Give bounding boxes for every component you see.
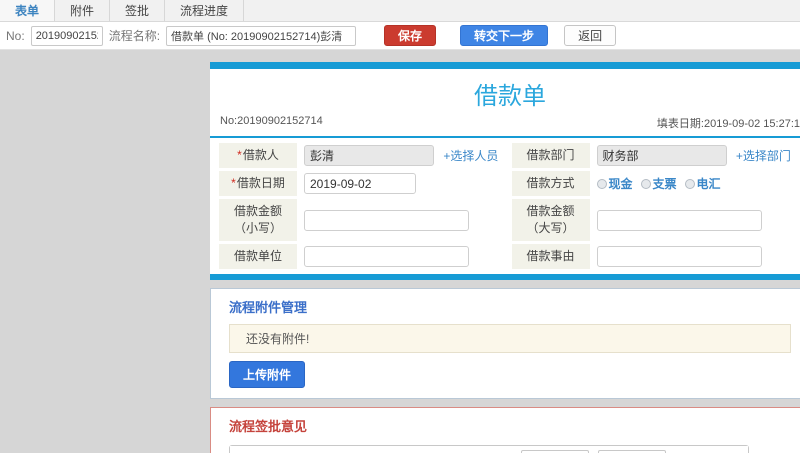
form-bottom-bar xyxy=(210,274,800,280)
form-no-text: No:20190902152714 xyxy=(220,115,323,127)
department-label-cell: 借款部门 xyxy=(511,143,590,168)
method-field-cell: 现金 支票 电汇 xyxy=(592,171,800,196)
amount-upper-label: 借款金额（大写） xyxy=(526,204,575,235)
reason-field-cell xyxy=(592,244,800,269)
radio-icon xyxy=(596,178,607,189)
no-input[interactable] xyxy=(30,25,103,46)
unit-label-cell: 借款单位 xyxy=(219,244,297,269)
loan-date-field-cell xyxy=(300,171,509,196)
save-button[interactable]: 保存 xyxy=(384,25,437,46)
tab-form[interactable]: 表单 xyxy=(0,0,56,21)
no-attachments-message: 还没有附件! xyxy=(229,324,791,353)
department-label: 借款部门 xyxy=(526,148,575,162)
amount-lower-field-cell xyxy=(300,199,509,241)
amount-lower-input[interactable] xyxy=(304,209,469,231)
forward-next-step-button[interactable]: 转交下一步 xyxy=(460,25,549,46)
method-option-label: 电汇 xyxy=(696,177,721,191)
back-button[interactable]: 返回 xyxy=(564,25,617,46)
amount-lower-label-cell: 借款金额（小写） xyxy=(219,199,297,241)
amount-lower-label: 借款金额（小写） xyxy=(233,204,282,235)
no-label: No: xyxy=(6,28,25,43)
tab-progress[interactable]: 流程进度 xyxy=(165,0,245,21)
tab-attachment[interactable]: 附件 xyxy=(55,0,111,21)
amount-upper-input[interactable] xyxy=(596,209,762,231)
table-row: *借款日期 借款方式 现金 支票 xyxy=(219,171,800,196)
form-date-text: 填表日期:2019-09-02 15:27:1 xyxy=(656,118,800,130)
rich-text-editor: B I abc xyxy=(229,445,749,453)
loan-date-input[interactable] xyxy=(304,173,416,194)
editor-toolbar: B I abc xyxy=(230,446,748,453)
unit-field-cell xyxy=(300,244,509,269)
approval-section: 流程签批意见 B I abc xyxy=(210,407,800,453)
method-option-label: 支票 xyxy=(652,177,677,191)
method-option-cash[interactable]: 现金 xyxy=(596,175,633,192)
amount-upper-field-cell xyxy=(592,199,800,241)
department-input[interactable] xyxy=(596,145,727,166)
table-row: 借款单位 借款事由 xyxy=(219,244,800,269)
reason-input[interactable] xyxy=(596,246,762,267)
method-option-label: 现金 xyxy=(608,177,633,191)
form-top-bar xyxy=(210,62,800,69)
loan-date-label: 借款日期 xyxy=(236,176,285,190)
unit-label: 借款单位 xyxy=(233,249,282,263)
main-area: 借款单 No:20190902152714 填表日期:2019-09-02 15… xyxy=(0,50,800,453)
loan-form-panel: 借款单 No:20190902152714 填表日期:2019-09-02 15… xyxy=(210,62,800,280)
select-person-link[interactable]: +选择人员 xyxy=(443,149,498,163)
reason-label: 借款事由 xyxy=(526,249,575,263)
method-option-cheque[interactable]: 支票 xyxy=(640,175,677,192)
select-department-link[interactable]: +选择部门 xyxy=(736,149,791,163)
unit-input[interactable] xyxy=(304,246,469,267)
flow-name-label: 流程名称: xyxy=(108,29,161,43)
page-title: 借款单 xyxy=(474,83,546,110)
loan-form-table: *借款人 +选择人员 借款部门 +选择部门 *借款日期 xyxy=(210,138,800,274)
radio-icon xyxy=(640,178,651,189)
form-meta-row: No:20190902152714 填表日期:2019-09-02 15:27:… xyxy=(210,115,800,136)
table-row: *借款人 +选择人员 借款部门 +选择部门 xyxy=(219,143,800,168)
command-bar: No: 流程名称: 保存 转交下一步 返回 xyxy=(0,22,800,50)
required-mark: * xyxy=(237,148,242,162)
required-mark: * xyxy=(231,176,236,190)
borrower-field-cell: +选择人员 xyxy=(300,143,509,168)
radio-icon xyxy=(684,178,695,189)
amount-upper-label-cell: 借款金额（大写） xyxy=(511,199,590,241)
tab-approve[interactable]: 签批 xyxy=(110,0,166,21)
borrower-input[interactable] xyxy=(304,145,434,166)
method-label: 借款方式 xyxy=(526,176,575,190)
borrower-label: 借款人 xyxy=(242,148,279,162)
approval-title: 流程签批意见 xyxy=(229,419,308,434)
reason-label-cell: 借款事由 xyxy=(511,244,590,269)
borrower-label-cell: *借款人 xyxy=(219,143,297,168)
attachments-title: 流程附件管理 xyxy=(229,300,308,315)
upload-attachment-button[interactable]: 上传附件 xyxy=(229,361,306,388)
method-label-cell: 借款方式 xyxy=(511,171,590,196)
flow-name-input[interactable] xyxy=(166,25,357,46)
loan-date-label-cell: *借款日期 xyxy=(219,171,297,196)
method-option-wire[interactable]: 电汇 xyxy=(684,175,721,192)
table-row: 借款金额（小写） 借款金额（大写） xyxy=(219,199,800,241)
attachments-section: 流程附件管理 还没有附件! 上传附件 xyxy=(210,288,800,399)
tab-bar: 表单 附件 签批 流程进度 xyxy=(0,0,800,22)
department-field-cell: +选择部门 xyxy=(592,143,800,168)
